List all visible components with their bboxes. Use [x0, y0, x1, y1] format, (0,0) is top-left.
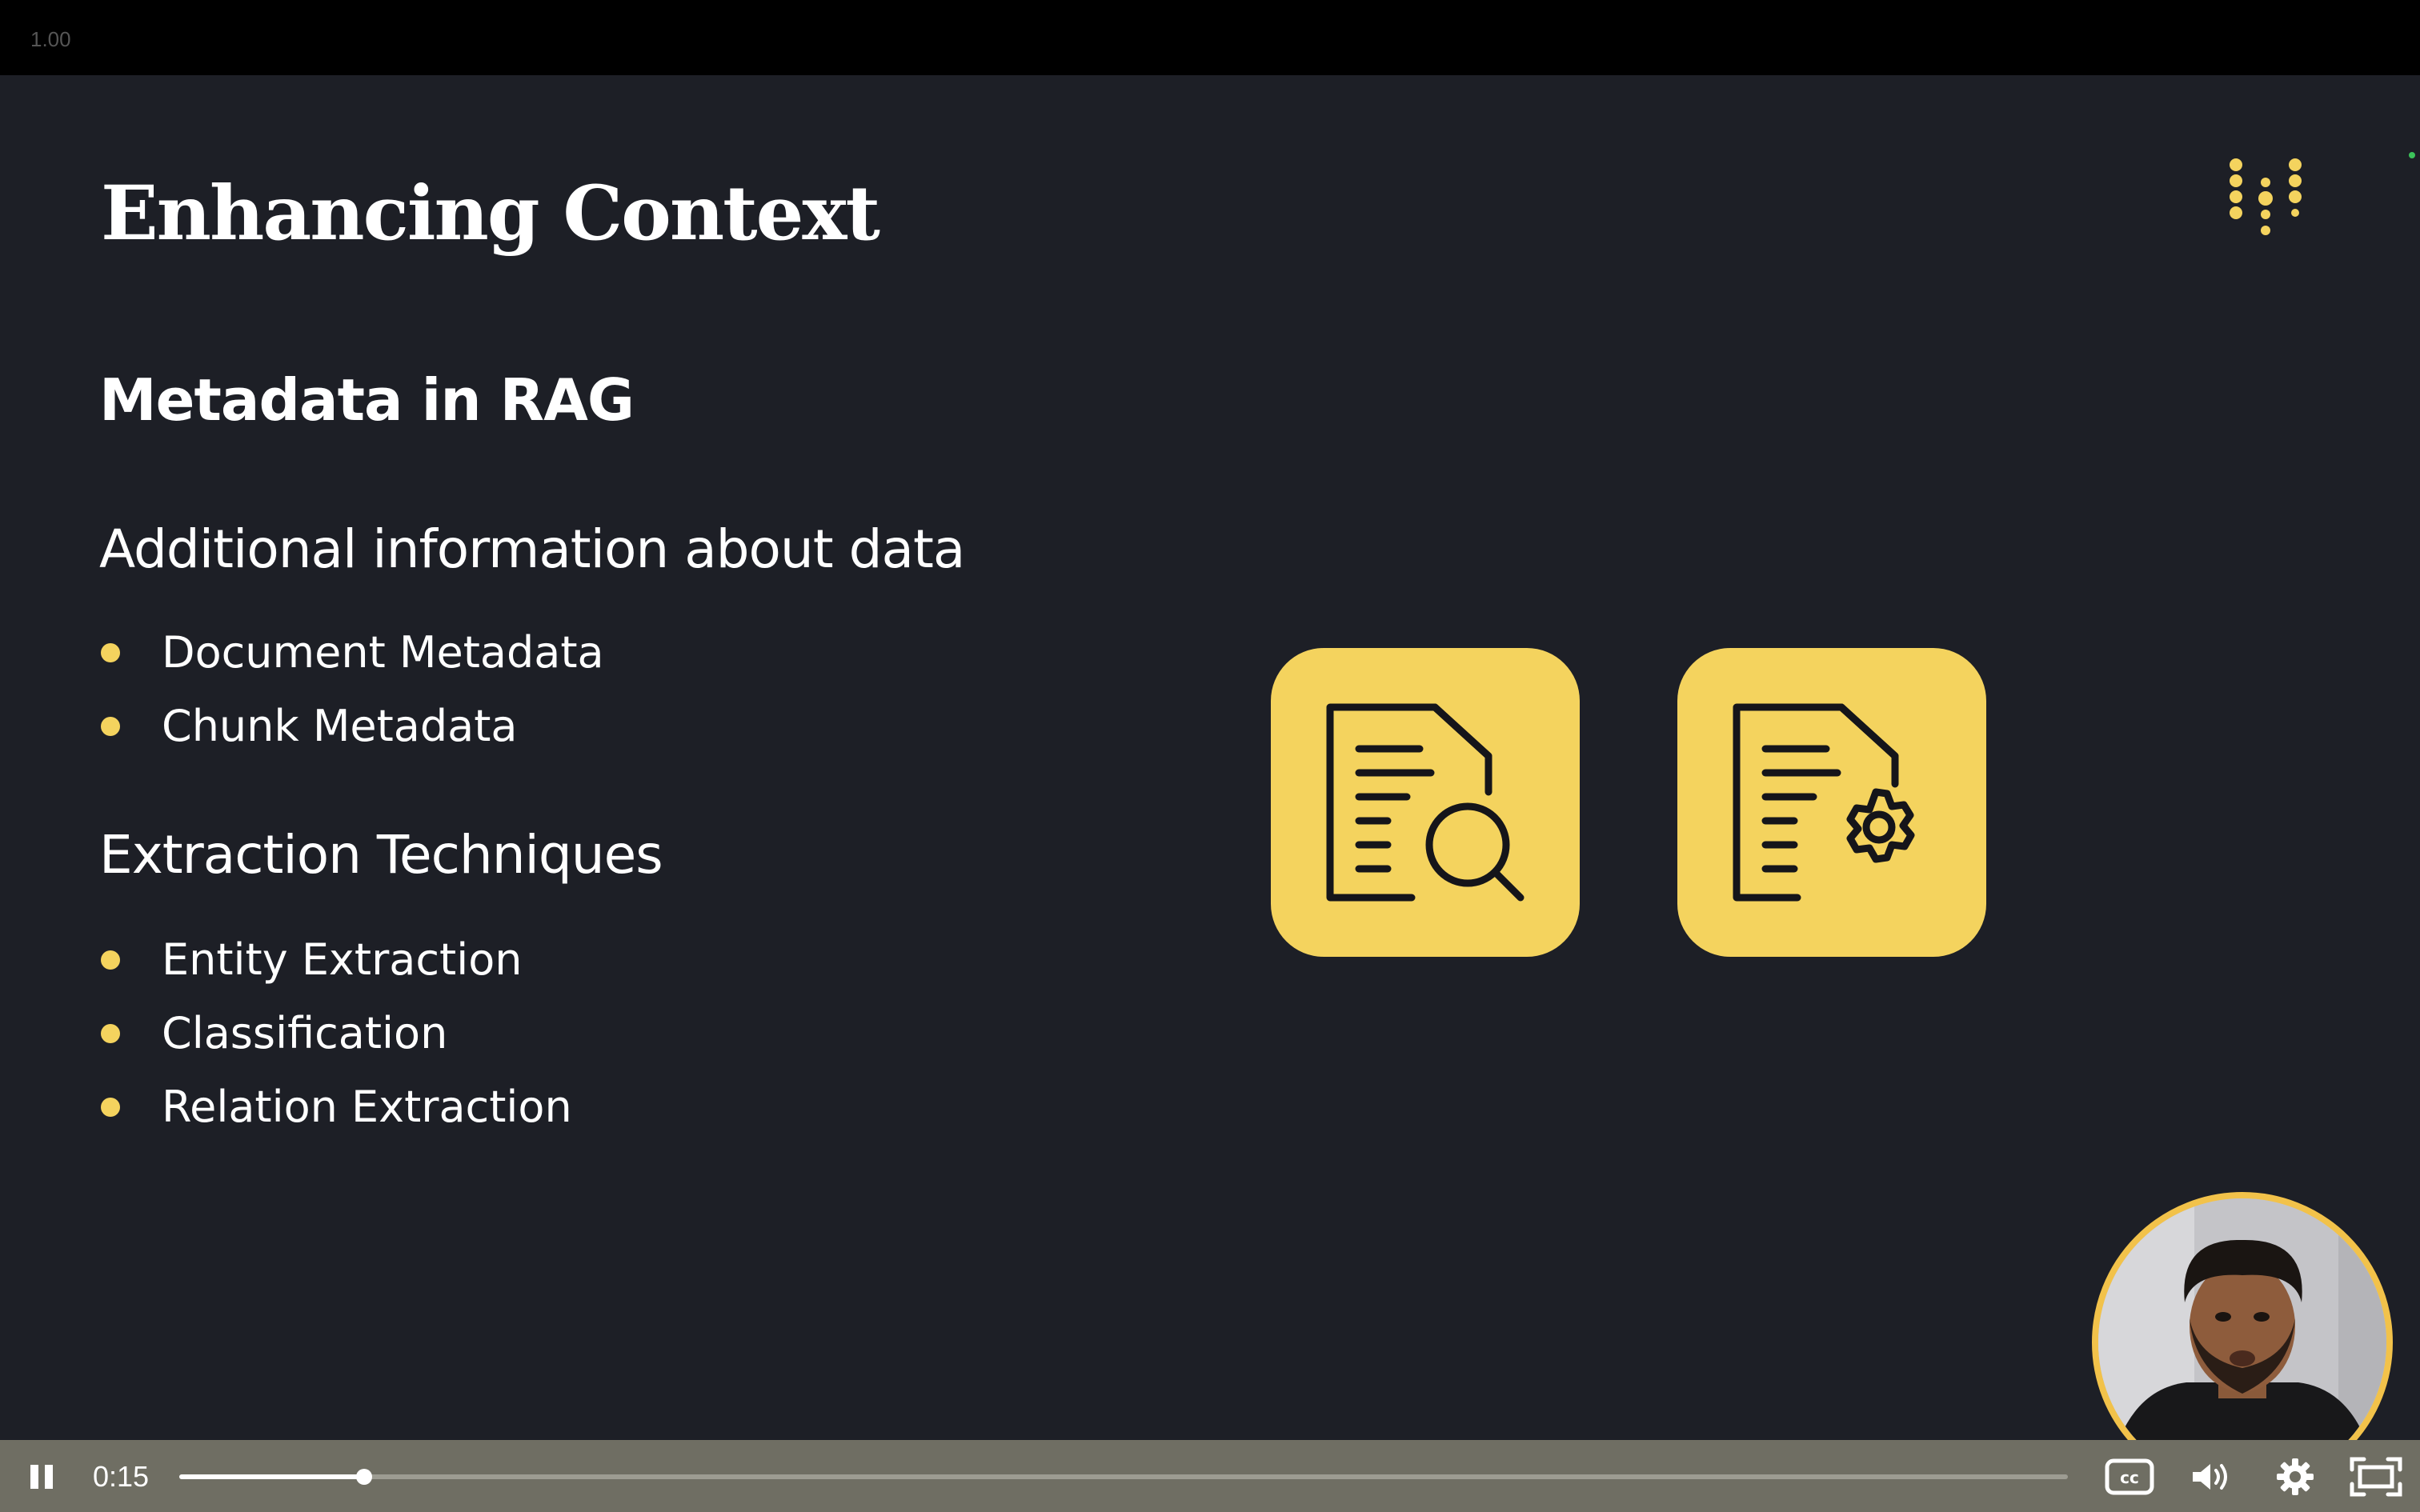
list-item: Classification: [99, 997, 572, 1070]
bullet-dot: [101, 643, 120, 662]
top-bar: 1.00: [0, 0, 2420, 75]
section-heading-extraction: Extraction Techniques: [99, 824, 663, 886]
bullet-dot: [101, 717, 120, 736]
volume-icon: [2193, 1464, 2227, 1490]
progress-handle[interactable]: [356, 1469, 373, 1485]
fullscreen-button[interactable]: [2350, 1454, 2402, 1499]
progress-bar[interactable]: [179, 1469, 2068, 1485]
section-heading-additional-info: Additional information about data: [99, 518, 965, 580]
slide-title: Enhancing Context: [101, 170, 880, 258]
document-search-tile: [1271, 648, 1580, 957]
current-time: 0:15: [93, 1460, 150, 1493]
pause-button[interactable]: [19, 1454, 64, 1499]
presenter-webcam: [2092, 1192, 2393, 1440]
bullet-dot: [101, 1098, 120, 1117]
svg-text:cc: cc: [2120, 1468, 2139, 1487]
slide-subtitle: Metadata in RAG: [99, 366, 635, 434]
document-search-icon: [1326, 703, 1525, 902]
list-item: Relation Extraction: [99, 1070, 572, 1144]
document-settings-icon: [1733, 703, 1915, 902]
pause-icon: [30, 1465, 53, 1489]
presenter-avatar: [2098, 1198, 2386, 1440]
dots-logo-icon: [2230, 158, 2302, 235]
bullet-dot: [101, 1024, 120, 1043]
list-item: Entity Extraction: [99, 923, 572, 997]
status-indicator: [2409, 152, 2415, 158]
bullet-list-metadata: Document Metadata Chunk Metadata: [99, 616, 604, 763]
bullet-dot: [101, 950, 120, 970]
settings-icon: [2277, 1458, 2314, 1495]
volume-button[interactable]: [2190, 1454, 2234, 1499]
settings-button[interactable]: [2273, 1454, 2318, 1499]
player-controls: 0:15 cc: [0, 1440, 2420, 1512]
list-item: Chunk Metadata: [99, 690, 604, 763]
closed-captions-button[interactable]: cc: [2105, 1454, 2154, 1499]
fullscreen-icon: [2350, 1457, 2402, 1497]
closed-captions-icon: cc: [2105, 1458, 2154, 1495]
playback-speed[interactable]: 1.00: [30, 27, 71, 52]
list-item: Document Metadata: [99, 616, 604, 690]
progress-fill: [179, 1474, 365, 1479]
video-frame[interactable]: Enhancing Context Metadata in RAG Additi…: [0, 75, 2420, 1440]
document-settings-tile: [1677, 648, 1986, 957]
bullet-list-extraction: Entity Extraction Classification Relatio…: [99, 923, 572, 1144]
